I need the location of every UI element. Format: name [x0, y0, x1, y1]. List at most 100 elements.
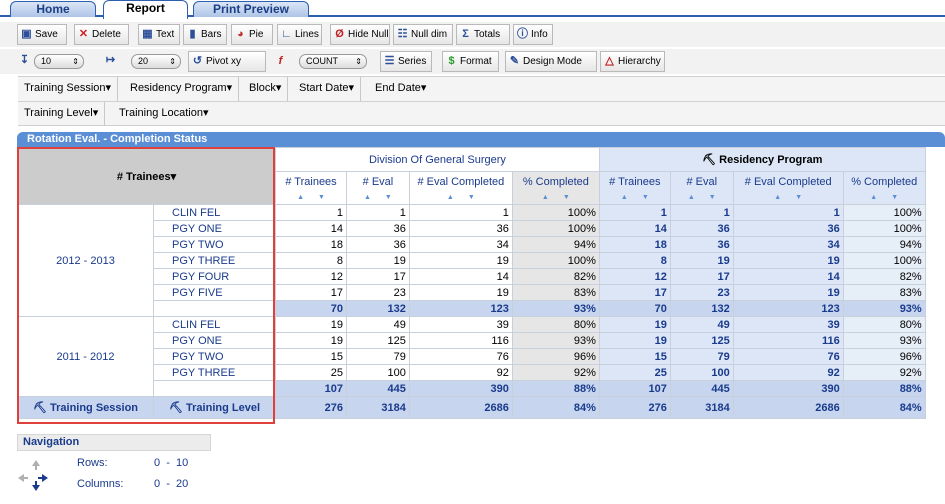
dimension-button-label: Training Session [50, 402, 139, 414]
grand-total-cell: 3184 [669, 396, 734, 419]
totals-button[interactable]: Σ Totals [456, 24, 510, 45]
dim-block[interactable]: Block▾ [243, 77, 289, 101]
series-button[interactable]: ☰ Series [380, 51, 432, 72]
training-level-cell[interactable]: PGY FOUR [153, 268, 276, 285]
value-cell: 12 [598, 268, 671, 285]
value-cell: 15 [598, 348, 671, 365]
dim-training-location[interactable]: Training Location▾ [113, 102, 215, 126]
training-level-cell[interactable]: PGY ONE [153, 332, 276, 349]
trainees-header[interactable]: # Trainees▾ [17, 147, 276, 205]
value-cell: 92 [408, 364, 513, 381]
value-cell: 19 [408, 252, 513, 269]
sort-arrows-icon[interactable]: ▲▼ [674, 192, 730, 204]
value-cell: 19 [732, 284, 844, 301]
training-session-cell[interactable]: 2012 - 2013 [17, 204, 154, 317]
format-button[interactable]: $ Format [442, 51, 499, 72]
hide-null-button[interactable]: Ø Hide Null [330, 24, 390, 45]
measure-label: # Eval Completed [744, 176, 832, 188]
measure-header[interactable]: # Trainees ▲▼ [275, 171, 347, 205]
pivot-button[interactable]: ↺ Pivot xy [188, 51, 266, 72]
value-cell: 14 [275, 220, 347, 237]
dropdown-icon: ▾ [92, 107, 99, 119]
chevron-down-icon: ⇕ [72, 57, 79, 66]
dim-residency-program[interactable]: Residency Program▾ [124, 77, 240, 101]
training-level-cell[interactable]: CLIN FEL [153, 204, 276, 221]
grand-total-cell: 3184 [346, 396, 410, 419]
info-button[interactable]: ⓘ Info [513, 24, 553, 45]
hierarchy-button[interactable]: △ Hierarchy [600, 51, 665, 72]
sort-arrows-icon[interactable]: ▲▼ [847, 192, 922, 204]
value-cell: 116 [732, 332, 844, 349]
value-cell: 80% [511, 316, 600, 333]
cols-limit-icon: ↦ [105, 54, 116, 66]
tab-report[interactable]: Report [103, 0, 188, 19]
dim-training-level[interactable]: Training Level▾ [18, 102, 106, 126]
cols-limit-select[interactable]: 20 ⇕ [131, 54, 181, 69]
hierarchy-tool-icon: ⛏ [702, 154, 720, 166]
training-level-cell[interactable]: PGY FIVE [153, 284, 276, 301]
dim-end-date[interactable]: End Date▾ [369, 77, 432, 101]
measure-header[interactable]: % Completed ▲▼ [842, 171, 926, 205]
value-cell: 12 [275, 268, 347, 285]
training-level-cell[interactable]: PGY THREE [153, 364, 276, 381]
delete-button[interactable]: ✕ Delete [74, 24, 129, 45]
dropdown-icon: ▾ [226, 82, 233, 94]
measure-header[interactable]: # Eval ▲▼ [669, 171, 734, 205]
measure-label: % Completed [522, 176, 589, 188]
training-level-cell[interactable]: PGY ONE [153, 220, 276, 237]
hide-null-icon: Ø [335, 28, 344, 40]
measure-label: # Eval Completed [417, 176, 505, 188]
sort-arrows-icon[interactable]: ▲▼ [413, 192, 509, 204]
measure-header[interactable]: # Eval Completed ▲▼ [732, 171, 844, 205]
null-dim-button[interactable]: ☷ Null dim [393, 24, 453, 45]
subtotal-cell: 132 [669, 300, 734, 317]
sort-arrows-icon[interactable]: ▲▼ [279, 192, 343, 204]
value-cell: 92% [842, 364, 926, 381]
column-group-residency-program[interactable]: ⛏ Residency Program [598, 147, 926, 172]
tab-print-preview[interactable]: Print Preview [193, 1, 309, 17]
bars-view-button[interactable]: ▮ Bars [183, 24, 227, 45]
dim-training-session[interactable]: Training Session▾ [18, 77, 119, 101]
column-group-label: Residency Program [719, 154, 823, 166]
measure-header[interactable]: # Trainees ▲▼ [598, 171, 671, 205]
format-icon: $ [448, 55, 455, 67]
sort-arrows-icon[interactable]: ▲▼ [737, 192, 840, 204]
value-cell: 39 [408, 316, 513, 333]
aggregate-function-select[interactable]: COUNT ⇕ [299, 54, 367, 69]
training-level-cell[interactable]: CLIN FEL [153, 316, 276, 333]
value-cell: 19 [598, 332, 671, 349]
training-session-dimension-button[interactable]: ⛏ Training Session [17, 396, 154, 419]
value-cell: 19 [346, 252, 410, 269]
value-cell: 116 [408, 332, 513, 349]
subtotal-cell: 88% [842, 380, 926, 397]
value-cell: 36 [732, 220, 844, 237]
dim-start-date[interactable]: Start Date▾ [293, 77, 362, 101]
training-level-cell[interactable]: PGY TWO [153, 236, 276, 253]
sort-arrows-icon[interactable]: ▲▼ [603, 192, 667, 204]
value-cell: 83% [511, 284, 600, 301]
pie-view-button[interactable]: ◕ Pie [231, 24, 273, 45]
tab-home[interactable]: Home [10, 1, 96, 17]
training-level-cell[interactable]: PGY TWO [153, 348, 276, 365]
rows-limit-select[interactable]: 10 ⇕ [34, 54, 84, 69]
text-view-button[interactable]: ▦ Text [138, 24, 180, 45]
design-mode-button[interactable]: ✎ Design Mode [505, 51, 597, 72]
training-level-cell[interactable]: PGY THREE [153, 252, 276, 269]
navigation-arrows-icon[interactable] [18, 458, 48, 492]
value-cell: 1 [275, 204, 347, 221]
measure-header[interactable]: % Completed ▲▼ [511, 171, 600, 205]
measure-header[interactable]: # Eval Completed ▲▼ [408, 171, 513, 205]
sort-arrows-icon[interactable]: ▲▼ [516, 192, 596, 204]
sort-arrows-icon[interactable]: ▲▼ [350, 192, 406, 204]
value-cell: 34 [732, 236, 844, 253]
measure-header[interactable]: # Eval ▲▼ [346, 171, 410, 205]
measure-label: # Eval [362, 176, 394, 188]
value-cell: 17 [598, 284, 671, 301]
subtotal-cell: 70 [598, 300, 671, 317]
save-button[interactable]: ▣ Save [17, 24, 67, 45]
table-row: PGY FIVE 17 23 19 83% 17 23 19 83% [18, 284, 926, 301]
lines-view-button[interactable]: ∟ Lines [277, 24, 322, 45]
training-level-dimension-button[interactable]: ⛏ Training Level [153, 396, 276, 419]
value-cell: 125 [669, 332, 734, 349]
training-session-cell[interactable]: 2011 - 2012 [17, 316, 154, 397]
